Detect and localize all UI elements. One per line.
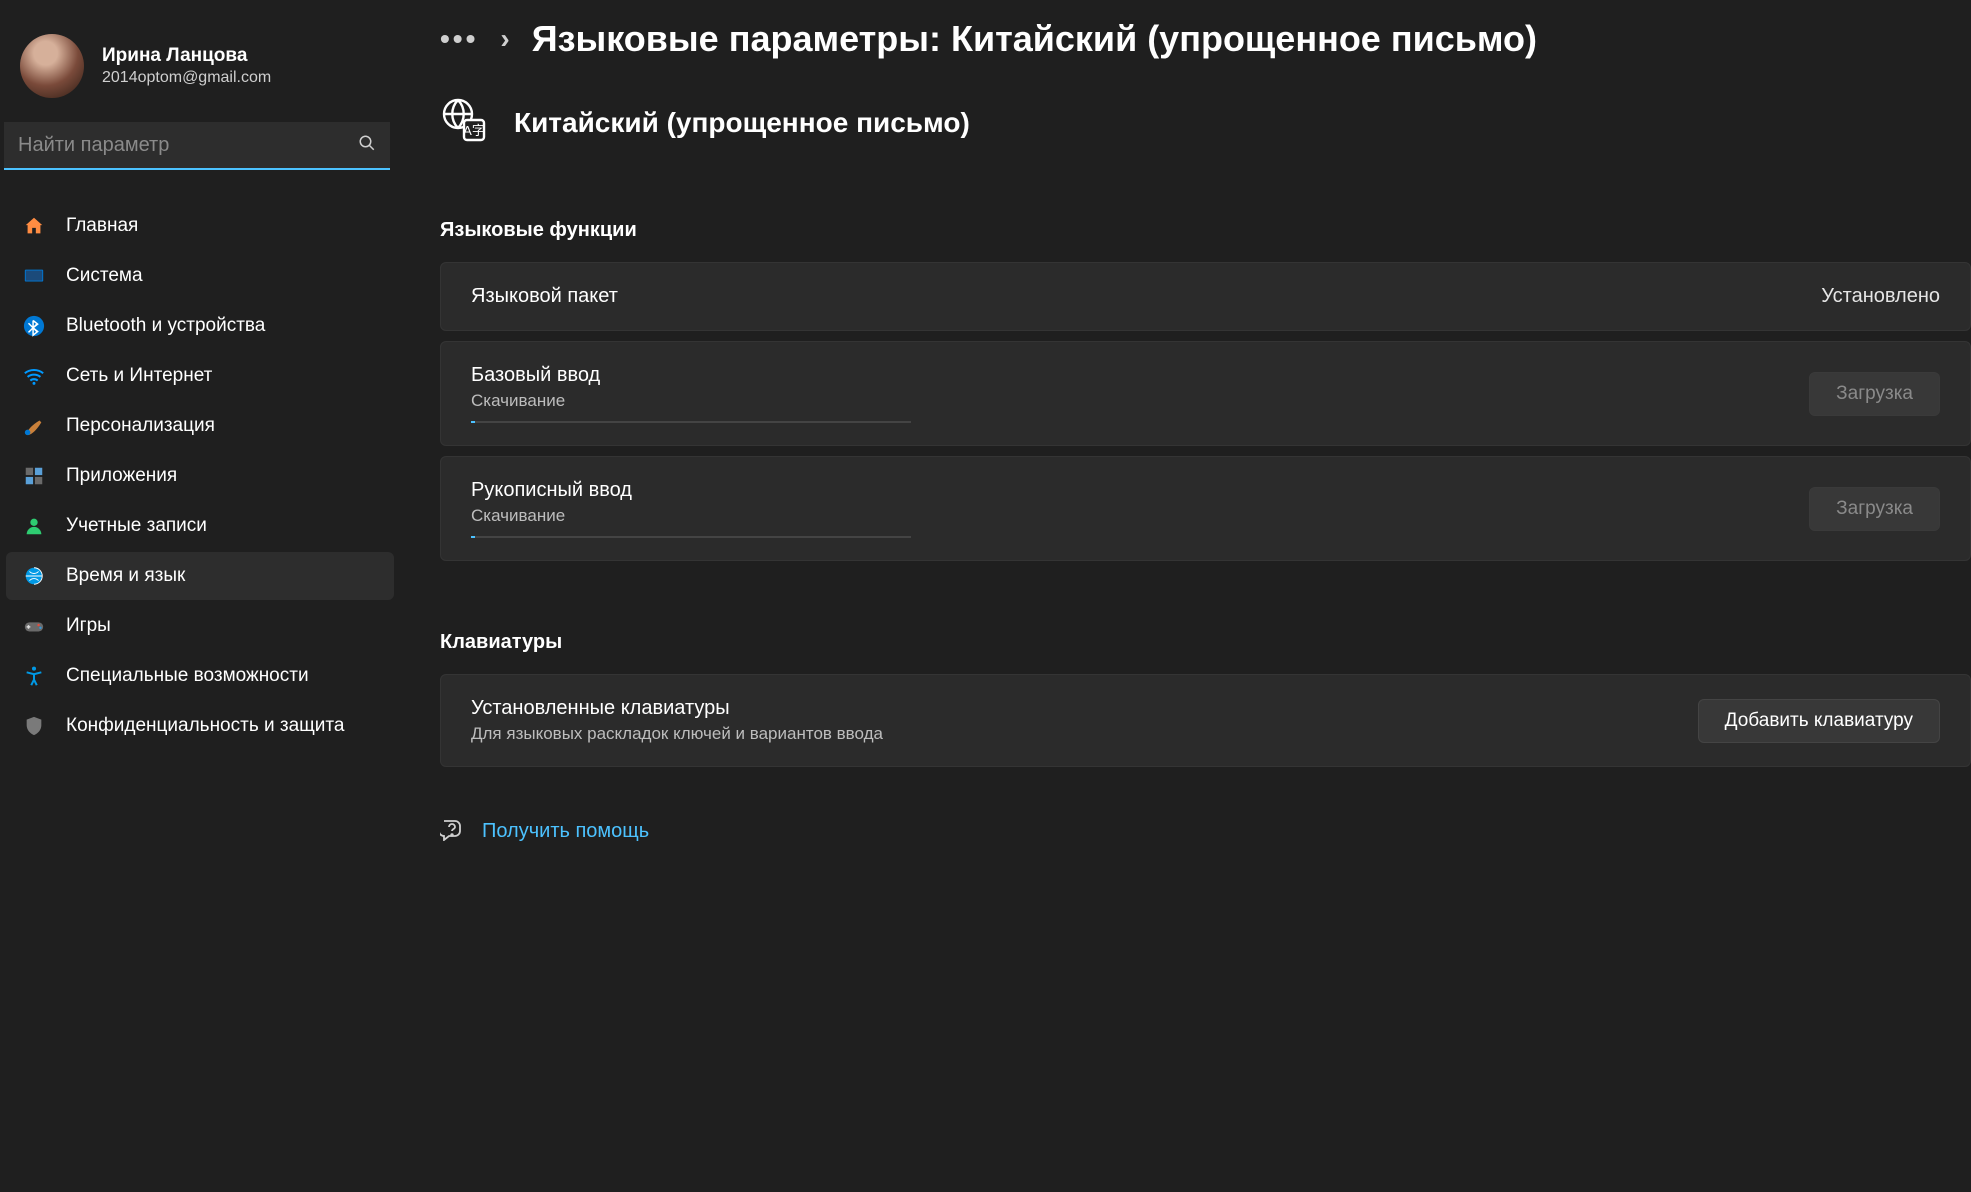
brush-icon	[22, 414, 46, 438]
feature-status: Установлено	[1821, 285, 1940, 308]
wifi-icon	[22, 364, 46, 388]
sidebar-item-network[interactable]: Сеть и Интернет	[6, 352, 394, 400]
feature-subtitle: Скачивание	[471, 506, 1779, 526]
feature-subtitle: Скачивание	[471, 391, 1779, 411]
sidebar-item-label: Время и язык	[66, 565, 185, 587]
sidebar-item-label: Игры	[66, 615, 111, 637]
download-button[interactable]: Загрузка	[1809, 372, 1940, 416]
profile-text: Ирина Ланцова 2014optom@gmail.com	[102, 45, 271, 87]
globe-clock-icon	[22, 564, 46, 588]
feature-title: Языковой пакет	[471, 285, 1791, 308]
sidebar-item-label: Специальные возможности	[66, 665, 309, 687]
sidebar-item-personalization[interactable]: Персонализация	[6, 402, 394, 450]
feature-basic-typing: Базовый ввод Скачивание Загрузка	[440, 341, 1971, 446]
feature-title: Рукописный ввод	[471, 479, 1779, 502]
sidebar-item-label: Учетные записи	[66, 515, 207, 537]
sidebar-item-label: Bluetooth и устройства	[66, 315, 265, 337]
person-icon	[22, 514, 46, 538]
search-box[interactable]	[4, 122, 390, 170]
sidebar-item-label: Система	[66, 265, 143, 287]
main-content: ••• › Языковые параметры: Китайский (упр…	[400, 0, 1971, 1192]
download-progress	[471, 536, 911, 538]
search-icon	[358, 134, 376, 157]
sidebar-item-label: Персонализация	[66, 415, 215, 437]
language-header: A字 Китайский (упрощенное письмо)	[440, 96, 1971, 149]
help-icon	[440, 817, 464, 846]
sidebar-item-time-language[interactable]: Время и язык	[6, 552, 394, 600]
apps-icon	[22, 464, 46, 488]
home-icon	[22, 214, 46, 238]
feature-handwriting: Рукописный ввод Скачивание Загрузка	[440, 456, 1971, 561]
profile-email: 2014optom@gmail.com	[102, 69, 271, 87]
download-progress	[471, 421, 911, 423]
sidebar-item-label: Сеть и Интернет	[66, 365, 212, 387]
sidebar-item-bluetooth[interactable]: Bluetooth и устройства	[6, 302, 394, 350]
sidebar-item-label: Приложения	[66, 465, 177, 487]
sidebar-item-label: Главная	[66, 215, 138, 237]
breadcrumb-more-icon[interactable]: •••	[440, 23, 478, 55]
sidebar-item-privacy[interactable]: Конфиденциальность и защита	[6, 702, 394, 750]
feature-title: Базовый ввод	[471, 364, 1779, 387]
profile-name: Ирина Ланцова	[102, 45, 271, 67]
avatar	[20, 34, 84, 98]
bluetooth-icon	[22, 314, 46, 338]
sidebar-item-accounts[interactable]: Учетные записи	[6, 502, 394, 550]
profile-block[interactable]: Ирина Ланцова 2014optom@gmail.com	[0, 20, 400, 116]
sidebar-item-label: Конфиденциальность и защита	[66, 715, 344, 737]
get-help-link[interactable]: Получить помощь	[482, 820, 649, 843]
download-button[interactable]: Загрузка	[1809, 487, 1940, 531]
gamepad-icon	[22, 614, 46, 638]
svg-text:A字: A字	[463, 123, 485, 138]
sidebar-item-apps[interactable]: Приложения	[6, 452, 394, 500]
sidebar-item-accessibility[interactable]: Специальные возможности	[6, 652, 394, 700]
breadcrumb: ••• › Языковые параметры: Китайский (упр…	[440, 18, 1971, 60]
accessibility-icon	[22, 664, 46, 688]
section-keyboards-title: Клавиатуры	[440, 631, 1971, 654]
shield-icon	[22, 714, 46, 738]
keyboards-subtitle: Для языковых раскладок ключей и варианто…	[471, 724, 1668, 744]
add-keyboard-button[interactable]: Добавить клавиатуру	[1698, 699, 1940, 743]
feature-language-pack: Языковой пакет Установлено	[440, 262, 1971, 331]
language-name: Китайский (упрощенное письмо)	[514, 107, 970, 139]
search-input[interactable]	[18, 134, 358, 157]
chevron-right-icon: ›	[500, 23, 509, 55]
sidebar-item-gaming[interactable]: Игры	[6, 602, 394, 650]
sidebar: Ирина Ланцова 2014optom@gmail.com Главна…	[0, 0, 400, 1192]
keyboards-title: Установленные клавиатуры	[471, 697, 1668, 720]
section-features-title: Языковые функции	[440, 219, 1971, 242]
page-title: Языковые параметры: Китайский (упрощенно…	[532, 18, 1537, 60]
help-row: Получить помощь	[440, 817, 1971, 846]
installed-keyboards-card: Установленные клавиатуры Для языковых ра…	[440, 674, 1971, 767]
nav: Главная Система Bluetooth и устройства С…	[0, 202, 400, 750]
sidebar-item-system[interactable]: Система	[6, 252, 394, 300]
globe-translate-icon: A字	[440, 96, 488, 149]
sidebar-item-home[interactable]: Главная	[6, 202, 394, 250]
system-icon	[22, 264, 46, 288]
